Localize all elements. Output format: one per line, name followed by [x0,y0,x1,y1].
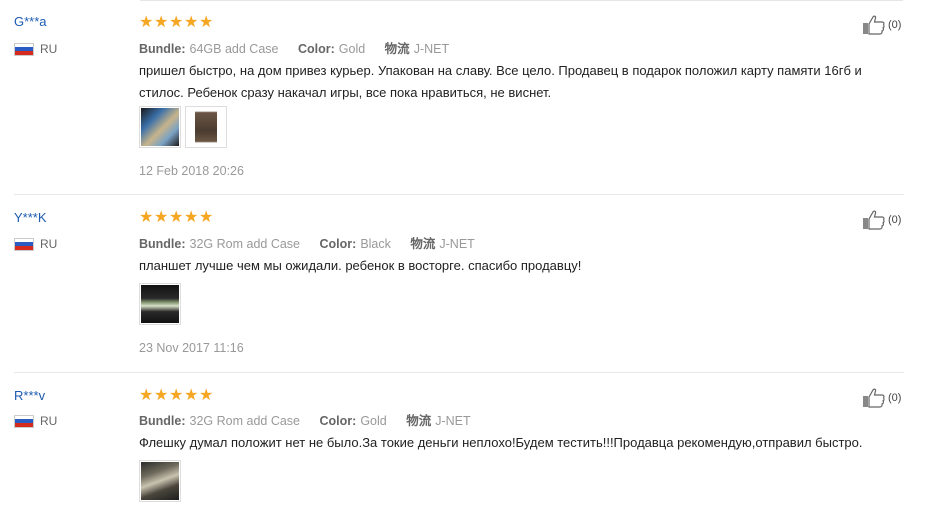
review-text: пришел быстро, на дом привез курьер. Упа… [139,63,862,100]
color-label: Color: [297,42,335,56]
bundle-value: 64GB add Case [189,42,279,56]
star-icon: ★ [184,385,199,404]
country-code: RU [40,237,58,251]
review-photo[interactable] [139,283,181,325]
thumbs-up-icon [863,388,885,408]
star-icon: ★ [139,385,154,404]
rating-stars: ★ ★ ★ ★ ★ [139,207,214,226]
reviewer-country: RU [14,42,57,56]
color-value: Gold [360,414,387,428]
review-divider [14,194,904,195]
bundle-label: Bundle: [139,42,186,56]
star-icon: ★ [169,207,184,226]
star-icon: ★ [169,12,184,31]
reviewer-country: RU [14,414,57,428]
russia-flag-icon [14,237,34,251]
shipping-value: J-NET [439,237,475,251]
rating-stars: ★ ★ ★ ★ ★ [139,385,214,404]
like-button[interactable]: (0) [862,210,901,230]
star-icon: ★ [199,207,214,226]
review-photos [139,460,181,502]
bundle-label: Bundle: [139,414,186,428]
reviewer-name[interactable]: R***v [14,388,45,403]
russia-flag-icon [14,42,34,56]
star-icon: ★ [154,12,169,31]
review-text: Флешку думал положит нет не было.За токи… [139,435,863,450]
star-icon: ★ [199,385,214,404]
shipping-value: J-NET [435,414,471,428]
review-divider [14,372,904,373]
reviewer-name[interactable]: Y***K [14,210,47,225]
like-button[interactable]: (0) [862,15,901,35]
bundle-label: Bundle: [139,237,186,251]
shipping-label: 物流 [410,237,436,251]
top-divider [140,0,903,1]
thumbs-up-icon [863,210,885,230]
color-value: Black [360,237,391,251]
star-icon: ★ [139,12,154,31]
like-button[interactable]: (0) [862,388,901,408]
like-count: (0) [888,392,902,404]
shipping-label: 物流 [384,42,410,56]
color-label: Color: [319,414,357,428]
like-count: (0) [888,19,902,31]
review-photos [139,106,227,148]
country-code: RU [40,42,58,56]
star-icon: ★ [184,12,199,31]
bundle-value: 32G Rom add Case [189,237,301,251]
order-info: Bundle: 32G Rom add Case Color: Gold 物流 J-N… [139,410,487,429]
review-photo[interactable] [139,106,181,148]
bundle-value: 32G Rom add Case [189,414,301,428]
country-code: RU [40,414,58,428]
reviewer-name[interactable]: G***a [14,14,47,29]
shipping-label: 物流 [406,414,432,428]
star-icon: ★ [184,207,199,226]
star-icon: ★ [169,385,184,404]
star-icon: ★ [154,385,169,404]
reviewer-country: RU [14,237,57,251]
review-date: 12 Feb 2018 20:26 [139,164,244,178]
star-icon: ★ [154,207,169,226]
order-info: Bundle: 64GB add Case Color: Gold 物流 J-NET [139,38,465,57]
shipping-value: J-NET [413,42,450,56]
order-info: Bundle: 32G Rom add Case Color: Black 物流 J-… [139,233,491,252]
like-count: (0) [888,214,902,226]
review-date: 23 Nov 2017 11:16 [139,341,244,355]
russia-flag-icon [14,414,34,428]
rating-stars: ★ ★ ★ ★ ★ [139,12,214,31]
thumbs-up-icon [863,15,885,35]
review-photo[interactable] [185,106,227,148]
star-icon: ★ [139,207,154,226]
star-icon: ★ [199,12,214,31]
review-photos [139,283,181,325]
review-text: планшет лучше чем мы ожидали. ребенок в … [139,258,582,273]
color-label: Color: [319,237,357,251]
color-value: Gold [338,42,366,56]
review-photo[interactable] [139,460,181,502]
